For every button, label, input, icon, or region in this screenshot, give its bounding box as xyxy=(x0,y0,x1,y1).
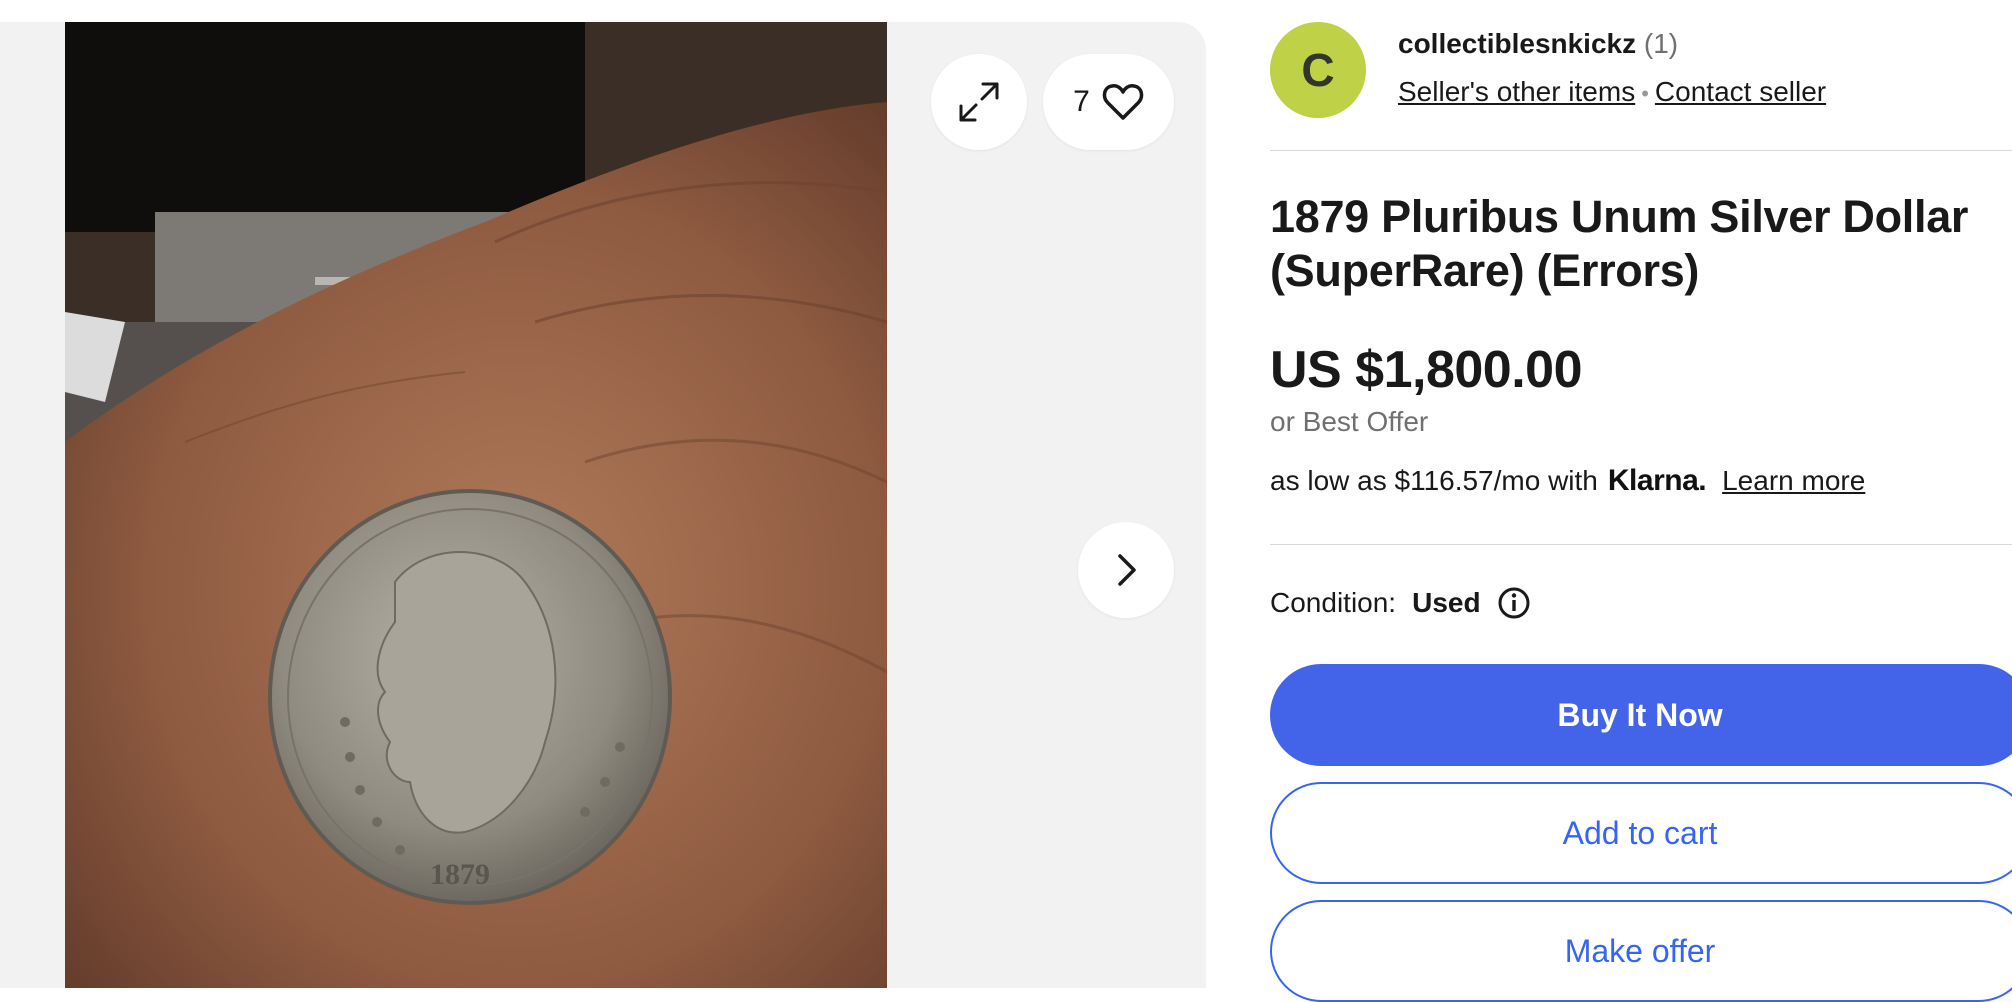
seller-links: Seller's other items • Contact seller xyxy=(1398,76,1826,108)
divider xyxy=(1270,544,2012,545)
info-icon[interactable] xyxy=(1497,586,1531,620)
heart-icon xyxy=(1102,84,1144,120)
condition-value: Used xyxy=(1412,587,1481,618)
financing-line: as low as $116.57/mo with Klarna. Learn … xyxy=(1270,464,1865,498)
expand-button[interactable] xyxy=(931,54,1027,150)
listing-details-panel: C collectiblesnkickz (1) Seller's other … xyxy=(1270,0,2012,1002)
make-offer-button[interactable]: Make offer xyxy=(1270,900,2012,1002)
listing-title: 1879 Pluribus Unum Silver Dollar (SuperR… xyxy=(1270,191,1969,296)
add-to-cart-button[interactable]: Add to cart xyxy=(1270,782,2012,884)
svg-text:1879: 1879 xyxy=(430,858,490,891)
seller-other-items-link[interactable]: Seller's other items xyxy=(1398,76,1635,107)
seller-name[interactable]: collectiblesnkickz xyxy=(1398,28,1636,59)
buy-it-now-button[interactable]: Buy It Now xyxy=(1270,664,2012,766)
condition-row: Condition: Used xyxy=(1270,586,1531,620)
listing-price: US $1,800.00 xyxy=(1270,341,1583,399)
next-image-button[interactable] xyxy=(1078,522,1174,618)
chevron-right-icon xyxy=(1118,554,1136,586)
contact-seller-link[interactable]: Contact seller xyxy=(1655,76,1826,107)
learn-more-link[interactable]: Learn more xyxy=(1722,465,1865,497)
condition-label: Condition: xyxy=(1270,587,1397,618)
financing-text: as low as $116.57/mo with xyxy=(1270,465,1598,496)
seller-info: collectiblesnkickz (1) xyxy=(1398,28,1678,60)
coin-in-hand-image: 1879 xyxy=(65,22,887,988)
klarna-logo: Klarna. xyxy=(1607,464,1707,497)
separator-dot: • xyxy=(1641,81,1649,106)
seller-avatar[interactable]: C xyxy=(1270,22,1366,118)
best-offer-text: or Best Offer xyxy=(1270,406,1429,437)
seller-feedback-count[interactable]: (1) xyxy=(1644,28,1678,59)
expand-icon xyxy=(959,82,999,122)
image-gallery: 1879 7 xyxy=(0,22,1206,988)
watch-button[interactable]: 7 xyxy=(1043,54,1174,150)
listing-photo[interactable]: 1879 xyxy=(65,22,887,988)
divider xyxy=(1270,150,2012,151)
watch-count: 7 xyxy=(1073,85,1090,118)
